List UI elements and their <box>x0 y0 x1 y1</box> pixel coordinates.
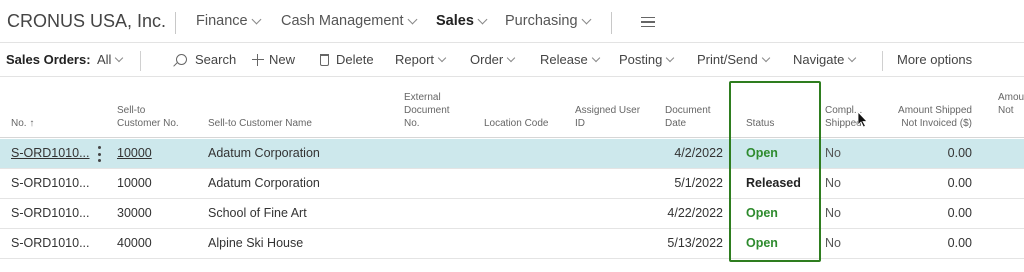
column-header-document-date[interactable]: Document Date <box>665 104 711 130</box>
completely-shipped-cell[interactable]: No <box>825 236 841 250</box>
customer-no-cell[interactable]: 10000 <box>117 146 152 160</box>
chevron-down-icon <box>848 53 857 63</box>
row-actions-icon[interactable] <box>97 146 101 162</box>
nav-purchasing[interactable]: Purchasing <box>505 13 591 29</box>
order-no-link[interactable]: S-ORD1010... <box>11 206 90 220</box>
customer-name-cell[interactable]: Alpine Ski House <box>208 236 303 250</box>
customer-name-cell[interactable]: Adatum Corporation <box>208 176 320 190</box>
chevron-down-icon <box>251 14 262 24</box>
completely-shipped-cell[interactable]: No <box>825 176 841 190</box>
chevron-down-icon <box>581 14 591 24</box>
posting-label: Posting <box>619 52 663 67</box>
amount-cell[interactable]: 0.00 <box>880 146 972 160</box>
column-header-status[interactable]: Status <box>746 117 774 130</box>
customer-no-cell[interactable]: 10000 <box>117 176 152 190</box>
new-label: New <box>269 52 296 67</box>
status-cell[interactable]: Released <box>746 176 801 190</box>
filter-label: All <box>97 52 112 67</box>
column-header-location-code[interactable]: Location Code <box>484 117 549 130</box>
table-header: No. ↑ Sell-to Customer No. Sell-to Custo… <box>0 78 1024 138</box>
column-header-sell-to-customer-no[interactable]: Sell-to Customer No. <box>117 104 179 130</box>
customer-no-cell[interactable]: 30000 <box>117 206 152 220</box>
nav-cash-management-label: Cash Management <box>281 13 404 29</box>
table-row[interactable]: S-ORD1010... 40000 Alpine Ski House 5/13… <box>0 229 1024 259</box>
search-label: Search <box>195 52 237 67</box>
new-button[interactable]: New <box>252 52 295 67</box>
nav-divider <box>611 12 612 34</box>
customer-name-cell[interactable]: School of Fine Art <box>208 206 307 220</box>
status-cell[interactable]: Open <box>746 206 778 220</box>
filter-all-button[interactable]: All <box>97 52 124 67</box>
mouse-cursor-icon <box>857 110 868 128</box>
order-menu[interactable]: Order <box>470 52 516 67</box>
search-icon <box>176 54 187 65</box>
trash-icon <box>320 53 329 66</box>
completely-shipped-cell[interactable]: No <box>825 146 841 160</box>
menu-icon[interactable] <box>641 17 655 27</box>
amount-cell[interactable]: 0.00 <box>880 236 972 250</box>
order-label: Order <box>470 52 504 67</box>
search-button[interactable]: Search <box>176 52 236 67</box>
delete-button[interactable]: Delete <box>320 52 374 67</box>
chevron-down-icon <box>115 53 124 63</box>
column-header-external-document-no[interactable]: External Document No. <box>404 91 450 130</box>
page-label: Sales Orders: <box>6 52 91 67</box>
company-name[interactable]: CRONUS USA, Inc. <box>7 11 166 32</box>
action-divider <box>882 51 883 71</box>
more-options-button[interactable]: More options <box>897 52 972 67</box>
chevron-down-icon <box>506 53 516 63</box>
navigate-label: Navigate <box>793 52 845 67</box>
chevron-down-icon <box>666 53 675 63</box>
plus-icon <box>252 53 264 66</box>
document-date-cell[interactable]: 4/22/2022 <box>640 206 723 220</box>
nav-sales-label: Sales <box>436 13 474 29</box>
nav-sales[interactable]: Sales <box>436 13 488 29</box>
report-menu[interactable]: Report <box>395 52 447 67</box>
order-no-link[interactable]: S-ORD1010... <box>11 176 90 190</box>
completely-shipped-cell[interactable]: No <box>825 206 841 220</box>
column-header-sell-to-customer-name[interactable]: Sell-to Customer Name <box>208 117 312 130</box>
chevron-down-icon <box>761 53 770 63</box>
order-no-link[interactable]: S-ORD1010... <box>11 236 90 250</box>
action-bar: Sales Orders: All Search New Delete Repo… <box>0 42 1024 77</box>
report-label: Report <box>395 52 435 67</box>
amount-cell[interactable]: 0.00 <box>880 206 972 220</box>
table-row[interactable]: S-ORD1010... 30000 School of Fine Art 4/… <box>0 199 1024 229</box>
customer-name-cell[interactable]: Adatum Corporation <box>208 146 320 160</box>
top-navigation: CRONUS USA, Inc. Finance Cash Management… <box>0 0 1024 42</box>
release-label: Release <box>540 52 588 67</box>
table-row[interactable]: S-ORD1010... 10000 Adatum Corporation 4/… <box>0 139 1024 169</box>
nav-cash-management[interactable]: Cash Management <box>281 13 417 29</box>
delete-label: Delete <box>336 52 374 67</box>
column-header-assigned-user-id[interactable]: Assigned User ID <box>575 104 640 130</box>
chevron-down-icon <box>591 53 600 63</box>
order-no-link[interactable]: S-ORD1010... <box>11 146 90 160</box>
nav-divider <box>175 12 176 34</box>
nav-finance-label: Finance <box>196 13 248 29</box>
document-date-cell[interactable]: 5/1/2022 <box>640 176 723 190</box>
chevron-down-icon <box>407 14 417 24</box>
column-header-amount-next[interactable]: Amou Not <box>998 91 1024 117</box>
column-header-amount-shipped-not-invoiced[interactable]: Amount Shipped Not Invoiced ($) <box>880 104 972 130</box>
status-cell[interactable]: Open <box>746 236 778 250</box>
document-date-cell[interactable]: 5/13/2022 <box>640 236 723 250</box>
chevron-down-icon <box>477 14 488 24</box>
chevron-down-icon <box>437 53 447 63</box>
nav-finance[interactable]: Finance <box>196 13 262 29</box>
table-row[interactable]: S-ORD1010... 10000 Adatum Corporation 5/… <box>0 169 1024 199</box>
document-date-cell[interactable]: 4/2/2022 <box>640 146 723 160</box>
print-send-label: Print/Send <box>697 52 758 67</box>
status-cell[interactable]: Open <box>746 146 778 160</box>
release-menu[interactable]: Release <box>540 52 600 67</box>
amount-cell[interactable]: 0.00 <box>880 176 972 190</box>
print-send-menu[interactable]: Print/Send <box>697 52 770 67</box>
customer-no-cell[interactable]: 40000 <box>117 236 152 250</box>
action-divider <box>140 51 141 71</box>
navigate-menu[interactable]: Navigate <box>793 52 857 67</box>
column-header-completely-shipped[interactable]: Compl... Shipped <box>825 104 862 130</box>
nav-purchasing-label: Purchasing <box>505 13 578 29</box>
posting-menu[interactable]: Posting <box>619 52 675 67</box>
column-header-no[interactable]: No. ↑ <box>11 117 34 130</box>
